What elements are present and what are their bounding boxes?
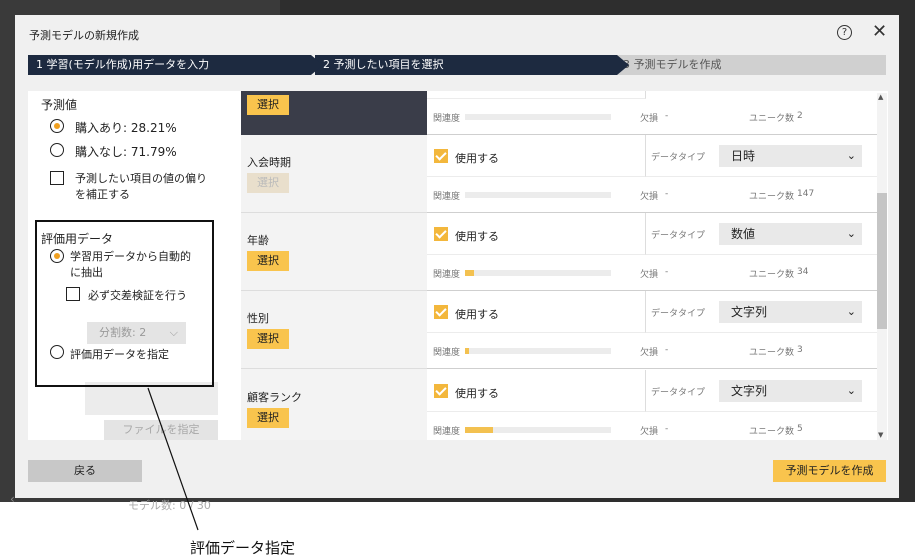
annotation-leader-line — [147, 387, 199, 531]
annotation-label: 評価データ指定 — [190, 539, 296, 557]
